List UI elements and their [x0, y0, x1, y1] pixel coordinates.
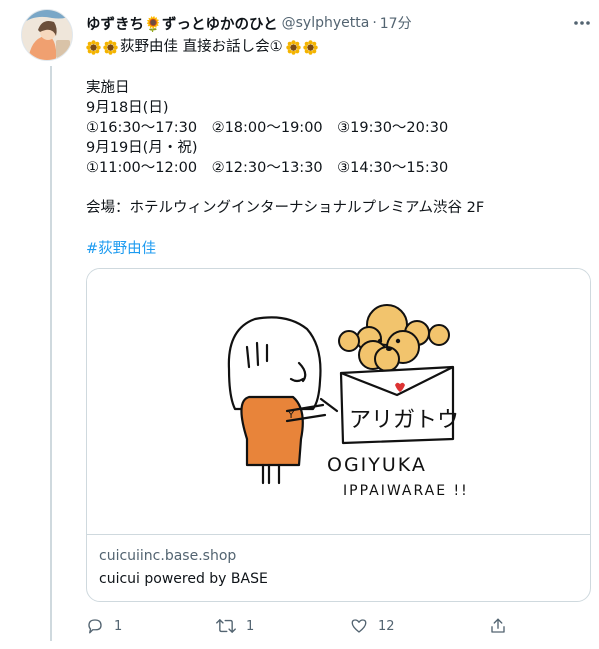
sunflower-icon — [302, 39, 318, 55]
like-count: 12 — [378, 618, 395, 634]
user-handle[interactable]: @sylphyetta — [282, 15, 370, 31]
card-image: Y アリガトウ OGIYUKA IPPAIWARAE !! — [87, 269, 590, 535]
retweet-count: 1 — [246, 618, 255, 634]
timestamp[interactable]: 17分 — [380, 13, 412, 33]
caption-line-1: OGIYUKA — [327, 454, 427, 476]
retweet-button[interactable]: 1 — [216, 614, 254, 638]
sunflower-icon — [103, 39, 118, 55]
dog-figure — [338, 304, 450, 372]
retweet-icon — [216, 619, 236, 633]
tweet-title: 荻野由佳 直接お話し会① — [120, 39, 283, 55]
display-name[interactable]: ゆずきち🌻ずっとゆかのひと — [86, 13, 278, 34]
card-title: cuicui powered by BASE — [99, 571, 268, 587]
action-bar: 1 1 12 — [86, 614, 526, 638]
tweet-line: 会場：ホテルウィングインターナショナルプレミアム渋谷 2F — [86, 200, 485, 216]
link-card[interactable]: Y アリガトウ OGIYUKA IPPAIWARAE !! cuicuiinc.… — [86, 268, 591, 602]
share-button[interactable] — [489, 614, 507, 638]
more-button[interactable] — [570, 13, 594, 33]
tweet-line: 9月19日(月・祝) — [86, 140, 198, 156]
hashtag-link[interactable]: #荻野由佳 — [86, 237, 156, 258]
card-illustration: Y アリガトウ OGIYUKA IPPAIWARAE !! — [227, 304, 469, 499]
sunflower-icon — [285, 39, 301, 55]
separator: · — [372, 15, 377, 31]
tweet-line: 9月18日(日) — [86, 100, 169, 116]
envelope-text: アリガトウ — [349, 408, 459, 433]
svg-text:Y: Y — [287, 410, 295, 421]
like-icon — [351, 619, 367, 633]
tweet[interactable]: ゆずきち🌻ずっとゆかのひと @sylphyetta · 17分 荻野由佳 直接お… — [0, 0, 599, 649]
reply-button[interactable]: 1 — [86, 614, 122, 638]
avatar[interactable] — [21, 9, 73, 61]
tweet-header: ゆずきち🌻ずっとゆかのひと @sylphyetta · 17分 — [86, 12, 412, 34]
thread-line — [50, 66, 52, 641]
tweet-line: ①16:30～17:30 ②18:00～19:00 ③19:30～20:30 — [86, 120, 449, 136]
share-icon — [491, 618, 505, 633]
tweet-line: ①11:00～12:00 ②12:30～13:30 ③14:30～15:30 — [86, 160, 449, 176]
reply-count: 1 — [114, 618, 123, 634]
sunflower-icon — [86, 39, 101, 55]
more-icon — [574, 21, 590, 25]
card-domain: cuicuiinc.base.shop — [99, 548, 237, 564]
girl-figure — [227, 316, 339, 485]
like-button[interactable]: 12 — [350, 614, 395, 638]
tweet-line: 実施日 — [86, 80, 130, 96]
tweet-title-line: 荻野由佳 直接お話し会① — [86, 37, 320, 57]
reply-icon — [88, 619, 102, 634]
caption-line-2: IPPAIWARAE !! — [343, 483, 469, 499]
